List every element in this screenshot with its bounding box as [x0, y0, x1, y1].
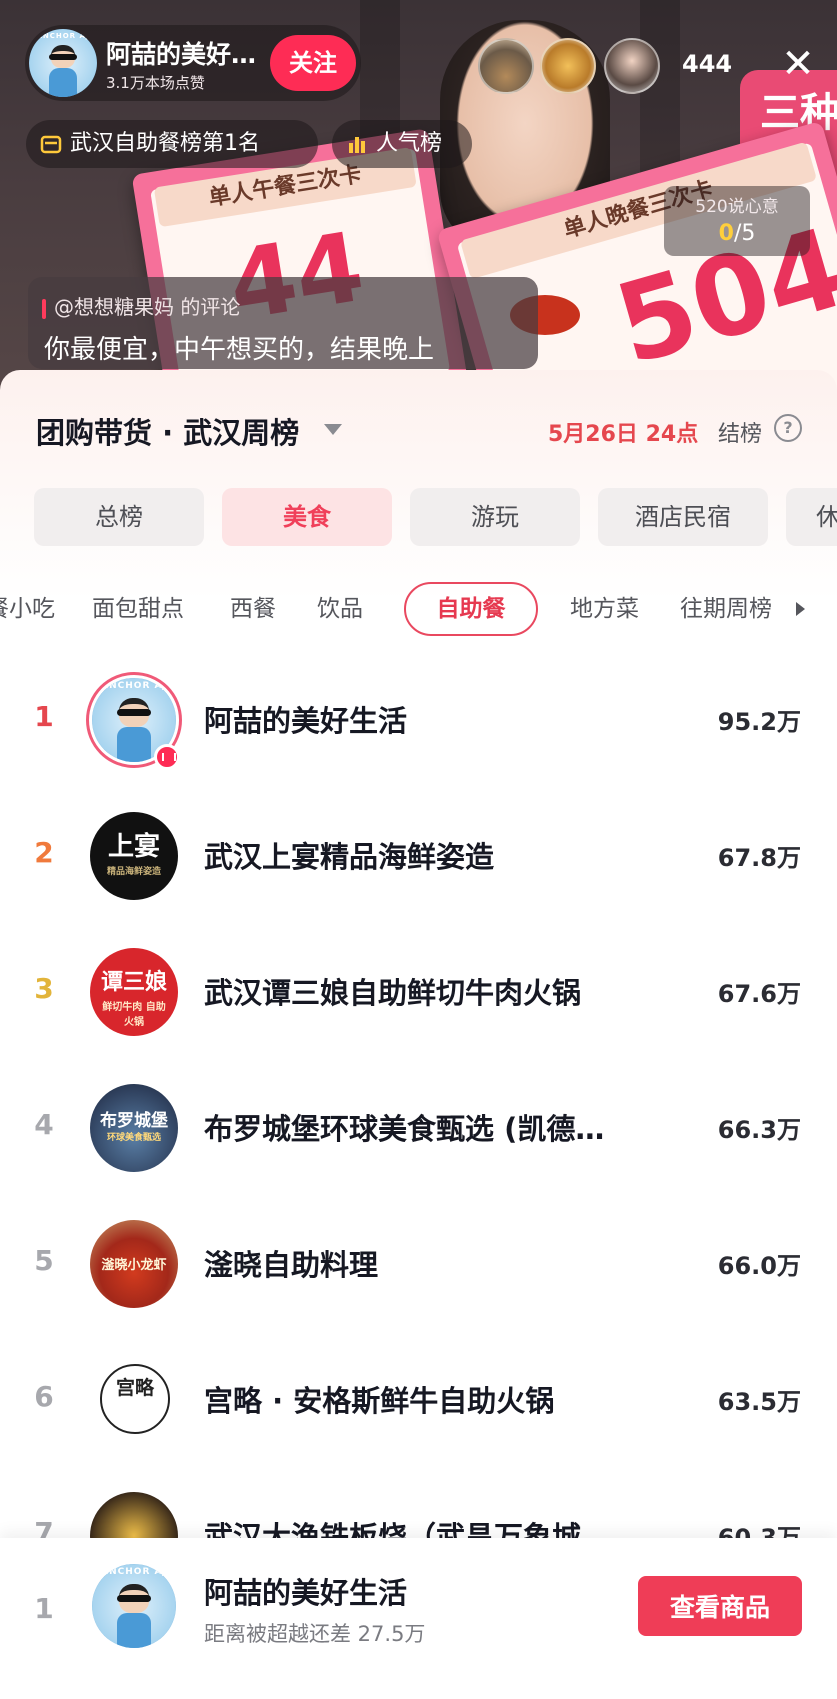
rank-value: 66.3万 — [717, 1116, 801, 1144]
my-rank-number: 1 — [34, 1592, 54, 1625]
tab-hotel[interactable]: 酒店民宿 — [598, 488, 768, 546]
rank-number: 6 — [34, 1380, 54, 1413]
live-indicator-icon — [154, 744, 180, 770]
popularity-label: 人气榜 — [376, 131, 443, 156]
ranking-row[interactable]: 5 滏晓小龙虾 滏晓自助料理 66.0万 — [0, 1198, 837, 1334]
view-products-button[interactable]: 查看商品 — [638, 1576, 802, 1636]
rank-value: 63.5万 — [717, 1388, 801, 1416]
rank-name: 武汉上宴精品海鲜姿造 — [204, 840, 495, 874]
rank-number: 5 — [34, 1244, 54, 1277]
rank-number: 3 — [34, 972, 54, 1005]
avatar-ring-text: ANCHOR AJ — [36, 31, 90, 40]
rank-number: 4 — [34, 1108, 54, 1141]
ranking-row[interactable]: 1 ANCHOR AJ 阿喆的美好生活 95.2万 — [0, 654, 837, 790]
my-rank-footer: 1 ANCHOR AJ 阿喆的美好生活 距离被超越还差 27.5万 查看商品 — [0, 1538, 837, 1699]
my-name: 阿喆的美好生活 — [204, 1576, 408, 1610]
ranking-row[interactable]: 4 布罗城堡 环球美食甄选 布罗城堡环球美食甄选 (凯德… 66.3万 — [0, 1062, 837, 1198]
rank-name: 武汉谭三娘自助鲜切牛肉火锅 — [204, 976, 582, 1010]
rank-name: 布罗城堡环球美食甄选 (凯德… — [204, 1112, 605, 1146]
help-icon[interactable]: ? — [774, 414, 802, 442]
comment-marker — [42, 299, 46, 319]
comment-text: 你最便宜，中午想买的，结果晚上 — [44, 335, 435, 365]
rank-number: 1 — [34, 700, 54, 733]
viewer-avatar[interactable] — [540, 38, 596, 94]
popularity-pill[interactable]: 人气榜 — [332, 120, 472, 168]
rank-name: 阿喆的美好生活 — [204, 704, 408, 738]
logo-subtext: 精品海鲜姿造 — [106, 867, 161, 877]
subtab-bakery[interactable]: 面包甜点 — [92, 582, 184, 636]
ranking-sheet: 团购带货 · 武汉周榜 5月26日 24点 结榜 ? 总榜 美食 游玩 酒店民宿… — [0, 370, 837, 1699]
gap-to-next: 距离被超越还差 27.5万 — [204, 1622, 426, 1646]
wish-widget[interactable]: 520说心意 0/5 — [664, 186, 810, 256]
rank-name: 滏晓自助料理 — [204, 1248, 379, 1282]
rank-avatar[interactable]: 布罗城堡 环球美食甄选 — [90, 1084, 178, 1172]
rank-avatar[interactable]: 滏晓小龙虾 — [90, 1220, 178, 1308]
rank-value: 67.6万 — [717, 980, 801, 1008]
subtab-drinks[interactable]: 饮品 — [317, 582, 363, 636]
rank-value: 66.0万 — [717, 1252, 801, 1280]
subtab-western[interactable]: 西餐 — [230, 582, 276, 636]
wish-title: 520说心意 — [695, 197, 779, 217]
avatar-ring-text: ANCHOR AJ — [101, 1567, 167, 1578]
tab-food[interactable]: 美食 — [222, 488, 392, 546]
sheet-title[interactable]: 团购带货 · 武汉周榜 — [36, 410, 299, 452]
my-avatar[interactable]: ANCHOR AJ — [92, 1564, 176, 1648]
host-like-count: 3.1万本场点赞 — [106, 74, 205, 92]
host-name[interactable]: 阿喆的美好… — [106, 35, 264, 71]
pinned-comment[interactable]: @想想糖果妈 的评论 你最便宜，中午想买的，结果晚上 — [28, 277, 538, 369]
rank-badge-pill[interactable]: 武汉自助餐榜第1名 — [26, 120, 318, 168]
ranking-row[interactable]: 6 宫略 宫略 · 安格斯鲜牛自助火锅 63.5万 — [0, 1334, 837, 1470]
settle-date: 5月26日 24点 — [548, 422, 699, 447]
rank-avatar[interactable]: 宫略 — [100, 1364, 170, 1434]
subtab-local[interactable]: 地方菜 — [570, 582, 639, 636]
logo-subtext: 环球美食甄选 — [106, 1133, 161, 1143]
viewer-avatar[interactable] — [478, 38, 534, 94]
logo-text: 滏晓小龙虾 — [101, 1258, 167, 1273]
host-avatar[interactable]: ANCHOR AJ — [29, 29, 97, 97]
chevron-down-icon[interactable] — [324, 424, 342, 435]
rank-number: 2 — [34, 836, 54, 869]
close-icon[interactable]: ✕ — [776, 44, 820, 88]
tab-more[interactable]: 休 — [786, 488, 837, 546]
logo-text: 宫略 — [115, 1377, 154, 1399]
subtab-snacks[interactable]: 餐小吃 — [0, 582, 55, 636]
rank-name: 宫略 · 安格斯鲜牛自助火锅 — [204, 1384, 555, 1418]
subtab-history[interactable]: 往期周榜 — [680, 582, 772, 636]
wish-progress: 0/5 — [718, 221, 756, 246]
store-icon — [40, 135, 62, 154]
follow-button[interactable]: 关注 — [270, 35, 356, 91]
rank-avatar[interactable]: 谭三娘 鲜切牛肉 自助火锅 — [90, 948, 178, 1036]
rank-avatar[interactable]: 上宴 精品海鲜姿造 — [90, 812, 178, 900]
logo-text: 谭三娘 — [100, 970, 167, 995]
logo-text: 布罗城堡 — [100, 1111, 168, 1131]
viewer-count[interactable]: 444 — [682, 50, 732, 78]
ranking-row[interactable]: 3 谭三娘 鲜切牛肉 自助火锅 武汉谭三娘自助鲜切牛肉火锅 67.6万 — [0, 926, 837, 1062]
viewer-avatar[interactable] — [604, 38, 660, 94]
logo-text: 上宴 — [107, 832, 160, 862]
settle-label: 结榜 — [718, 422, 763, 447]
logo-subtext: 鲜切牛肉 自助火锅 — [102, 1002, 166, 1028]
rank-value: 67.8万 — [717, 844, 801, 872]
subtab-buffet[interactable]: 自助餐 — [404, 582, 538, 636]
comment-user: @想想糖果妈 的评论 — [54, 295, 241, 319]
rank-badge-label: 武汉自助餐榜第1名 — [70, 131, 260, 156]
tab-overall[interactable]: 总榜 — [34, 488, 204, 546]
ranking-row[interactable]: 2 上宴 精品海鲜姿造 武汉上宴精品海鲜姿造 67.8万 — [0, 790, 837, 926]
bar-chart-icon — [349, 137, 365, 153]
avatar-ring-text: ANCHOR AJ — [101, 681, 167, 692]
tab-leisure[interactable]: 游玩 — [410, 488, 580, 546]
rank-value: 95.2万 — [717, 708, 801, 736]
chevron-right-icon[interactable] — [796, 602, 805, 616]
